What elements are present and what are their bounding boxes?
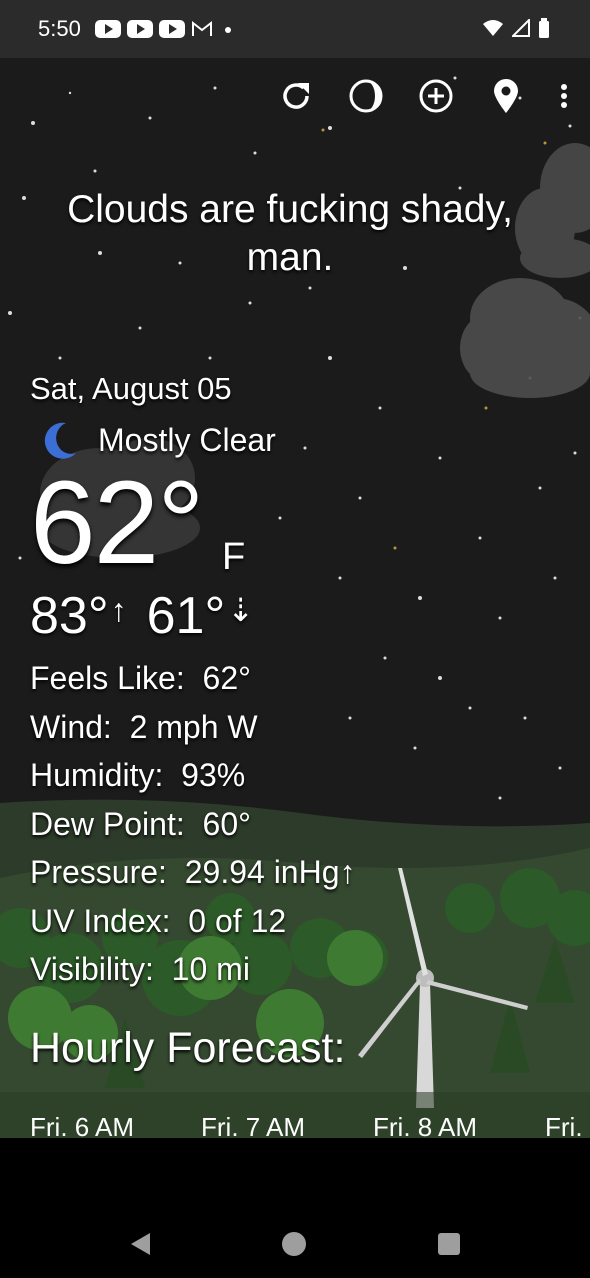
- system-icons: [482, 18, 550, 38]
- status-bar: 5:50: [0, 0, 590, 58]
- high-temp: 83°: [30, 587, 109, 645]
- back-button[interactable]: [128, 1231, 152, 1257]
- detail-visibility: Visibility: 10 mi: [30, 951, 250, 987]
- detail-pressure: Pressure: 29.94 inHg↑: [30, 854, 356, 890]
- hourly-forecast-title: Hourly Forecast:: [30, 1024, 346, 1072]
- notification-icons: [95, 20, 233, 38]
- hourly-item[interactable]: Fri. 6 AM: [30, 1112, 134, 1138]
- more-vert-icon: [561, 84, 567, 108]
- moon-icon: [44, 422, 76, 459]
- temperature-unit: F: [222, 536, 246, 578]
- weather-app: Clouds are fucking shady, man. Sat, Augu…: [0, 58, 590, 1138]
- hourly-item[interactable]: Fri. 8 AM: [373, 1112, 477, 1138]
- refresh-icon: [283, 83, 309, 109]
- recents-button[interactable]: [437, 1232, 461, 1256]
- condition-label: Mostly Clear: [98, 421, 276, 458]
- battery-icon: [539, 18, 549, 38]
- location-button[interactable]: [488, 78, 524, 114]
- arrow-up-icon: ↑: [110, 592, 127, 628]
- hourly-item[interactable]: Fri. 7 AM: [201, 1112, 305, 1138]
- wifi-icon: [483, 20, 503, 36]
- weather-headline: Clouds are fucking shady, man.: [67, 188, 513, 279]
- status-time: 5:50: [38, 16, 81, 41]
- hourly-item[interactable]: Fri.: [545, 1112, 583, 1138]
- hourly-forecast-strip[interactable]: Fri. 6 AM Fri. 7 AM Fri. 8 AM Fri.: [0, 1092, 590, 1138]
- weather-details: Feels Like: 62° Wind: 2 mph W Humidity: …: [30, 654, 356, 994]
- current-temperature: 62°: [30, 457, 204, 589]
- add-location-button[interactable]: [418, 78, 454, 114]
- add-location-icon: [419, 79, 453, 113]
- current-date: Sat, August 05: [30, 371, 232, 406]
- youtube-icon: [159, 20, 185, 38]
- detail-uv-index: UV Index: 0 of 12: [30, 902, 287, 939]
- detail-wind: Wind: 2 mph W: [30, 708, 258, 745]
- more-options-button[interactable]: [558, 78, 570, 114]
- signal-icon: [512, 19, 530, 37]
- home-button[interactable]: [281, 1231, 307, 1257]
- detail-dew-point: Dew Point: 60°: [30, 805, 251, 842]
- moon-phase-icon: [349, 79, 383, 113]
- refresh-button[interactable]: [278, 78, 314, 114]
- gmail-icon: [192, 20, 212, 36]
- youtube-icon: [95, 20, 121, 38]
- detail-feels-like: Feels Like: 62°: [30, 660, 251, 696]
- location-pin-icon: [494, 79, 518, 113]
- detail-humidity: Humidity: 93%: [30, 757, 246, 793]
- high-low-temps: 83° ↑ 61° ⇣: [30, 586, 274, 646]
- current-condition: Mostly Clear: [40, 420, 276, 460]
- moon-phase-button[interactable]: [348, 78, 384, 114]
- low-temp: 61°: [146, 587, 226, 645]
- navigation-bar: [0, 1138, 590, 1278]
- arrow-down-icon: ⇣: [227, 592, 255, 628]
- youtube-icon: [127, 20, 153, 38]
- dot-icon: [225, 27, 231, 33]
- toolbar: [278, 78, 570, 114]
